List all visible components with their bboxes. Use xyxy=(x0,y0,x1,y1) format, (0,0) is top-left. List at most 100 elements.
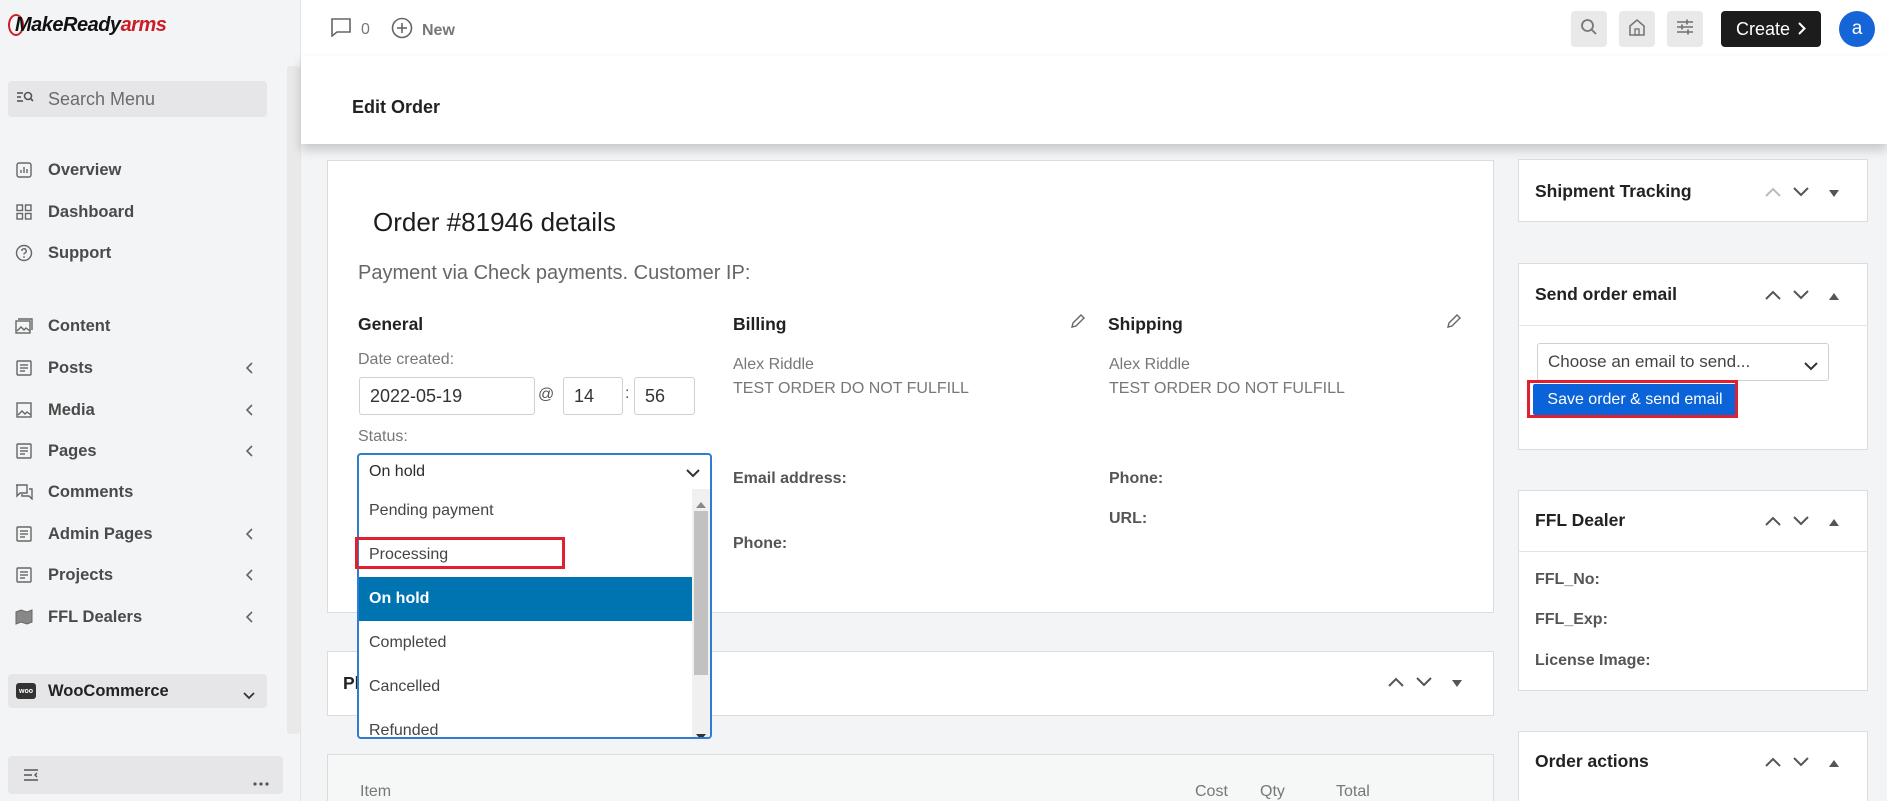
status-option-completed[interactable]: Completed xyxy=(359,621,692,665)
sidebar-item-ffl-dealers[interactable]: FFL Dealers xyxy=(0,597,267,637)
settings-sliders-button[interactable] xyxy=(1667,11,1703,47)
chevron-up-icon[interactable] xyxy=(1765,184,1781,202)
hour-input[interactable]: 14 xyxy=(563,377,623,415)
shipment-tracking-controls xyxy=(1765,184,1839,202)
document-icon xyxy=(14,565,34,585)
search-button[interactable] xyxy=(1571,11,1607,47)
caret-up-icon[interactable] xyxy=(1829,754,1839,772)
chevron-up-icon[interactable] xyxy=(1765,754,1781,772)
sidebar-footer xyxy=(8,756,283,794)
create-button[interactable]: Create xyxy=(1721,11,1821,47)
sidebar-item-label: Overview xyxy=(48,160,122,179)
column-header-item: Item xyxy=(360,783,392,800)
sidebar-item-dashboard[interactable]: Dashboard xyxy=(0,192,267,232)
at-separator: @ xyxy=(538,386,555,403)
map-icon xyxy=(14,607,34,627)
chevron-down-icon xyxy=(686,465,700,483)
status-option-pending-payment[interactable]: Pending payment xyxy=(359,489,692,533)
sidebar: MakeReadyarms Search Menu Overview Dashb… xyxy=(0,0,301,801)
ffl-exp-label: FFL_Exp: xyxy=(1535,611,1608,628)
billing-name: Alex Riddle xyxy=(733,356,814,373)
sidebar-item-posts[interactable]: Posts xyxy=(0,348,267,388)
collapse-menu-icon[interactable] xyxy=(23,768,39,787)
sidebar-item-label: Dashboard xyxy=(48,202,135,221)
sidebar-item-projects[interactable]: Projects xyxy=(0,555,267,595)
box-divider xyxy=(1518,551,1868,552)
shipping-url-label: URL: xyxy=(1109,510,1148,527)
chevron-down-icon xyxy=(243,686,255,705)
image-icon xyxy=(14,400,34,420)
status-option-cancelled[interactable]: Cancelled xyxy=(359,665,692,709)
chevron-left-icon xyxy=(245,526,253,545)
chevron-up-icon[interactable] xyxy=(1765,287,1781,305)
caret-down-icon[interactable] xyxy=(1829,184,1839,202)
column-header-cost: Cost xyxy=(1195,783,1228,800)
sidebar-item-woocommerce[interactable]: woo WooCommerce xyxy=(8,674,267,708)
caret-up-icon[interactable] xyxy=(1829,287,1839,305)
payment-info: Payment via Check payments. Customer IP: xyxy=(358,262,751,284)
new-label: New xyxy=(422,21,455,39)
chevron-left-icon xyxy=(245,443,253,462)
sidebar-item-label: Support xyxy=(48,243,112,262)
sidebar-item-label: Media xyxy=(48,400,95,419)
order-actions-title: Order actions xyxy=(1535,751,1649,771)
search-menu-placeholder: Search Menu xyxy=(48,88,156,109)
scrollbar-thumb[interactable] xyxy=(694,511,708,675)
plus-circle-icon xyxy=(391,17,413,44)
billing-email-label: Email address: xyxy=(733,470,847,487)
scroll-down-arrow-icon[interactable] xyxy=(696,727,706,737)
chevron-down-icon[interactable] xyxy=(1793,287,1809,305)
chevron-up-icon[interactable] xyxy=(1765,513,1781,531)
woocommerce-icon: woo xyxy=(16,683,36,699)
avatar[interactable]: a xyxy=(1839,11,1875,47)
sidebar-item-admin-pages[interactable]: Admin Pages xyxy=(0,514,267,554)
chevron-down-icon[interactable] xyxy=(1793,513,1809,531)
minute-input[interactable]: 56 xyxy=(634,377,695,415)
chevron-down-icon[interactable] xyxy=(1793,184,1809,202)
date-created-input[interactable]: 2022-05-19 xyxy=(359,377,535,415)
home-button[interactable] xyxy=(1619,11,1655,47)
general-heading: General xyxy=(358,314,424,334)
ffl-dealer-controls xyxy=(1765,513,1839,531)
more-options-icon[interactable] xyxy=(253,773,269,791)
ffl-dealer-title: FFL Dealer xyxy=(1535,510,1626,530)
makereadyarms-logo[interactable]: MakeReadyarms xyxy=(8,14,167,37)
chevron-down-icon[interactable] xyxy=(1793,754,1809,772)
sidebar-item-support[interactable]: Support xyxy=(0,233,267,273)
document-icon xyxy=(14,524,34,544)
new-content-link[interactable]: New xyxy=(391,17,455,44)
status-option-on-hold[interactable]: On hold xyxy=(359,577,692,621)
page-title: Edit Order xyxy=(352,97,441,117)
sidebar-scrollbar[interactable] xyxy=(287,66,300,734)
search-menu-input[interactable]: Search Menu xyxy=(8,81,267,117)
comments-link[interactable]: 0 xyxy=(330,17,370,42)
sidebar-item-media[interactable]: Media xyxy=(0,390,267,430)
status-option-refunded[interactable]: Refunded xyxy=(359,709,692,737)
box-divider xyxy=(1518,325,1868,326)
chevron-left-icon xyxy=(245,402,253,421)
sidebar-item-overview[interactable]: Overview xyxy=(0,150,267,190)
sidebar-item-comments[interactable]: Comments xyxy=(0,472,267,512)
order-title: Order #81946 details xyxy=(373,207,616,237)
status-select-current[interactable]: On hold xyxy=(359,455,710,489)
send-order-email-controls xyxy=(1765,287,1839,305)
shipping-name: Alex Riddle xyxy=(1109,356,1190,373)
sidebar-item-label: Comments xyxy=(48,482,134,501)
caret-up-icon[interactable] xyxy=(1829,513,1839,531)
status-select[interactable]: On hold Pending payment Processing On ho… xyxy=(357,453,712,739)
search-menu-icon xyxy=(16,89,34,110)
sidebar-item-content[interactable]: Content xyxy=(0,306,267,346)
chart-icon xyxy=(14,160,34,180)
email-template-select[interactable]: Choose an email to send... xyxy=(1537,343,1829,381)
edit-shipping-pencil-icon[interactable] xyxy=(1446,313,1462,334)
shipping-note: TEST ORDER DO NOT FULFILL xyxy=(1109,380,1345,397)
edit-billing-pencil-icon[interactable] xyxy=(1070,313,1086,334)
sidebar-item-pages[interactable]: Pages xyxy=(0,431,267,471)
chevron-up-icon[interactable] xyxy=(1388,674,1404,692)
caret-down-icon[interactable] xyxy=(1452,674,1462,692)
chevron-left-icon xyxy=(245,567,253,586)
shipping-phone-label: Phone: xyxy=(1109,470,1164,487)
status-options-scrollbar[interactable] xyxy=(692,489,710,737)
chevron-right-icon xyxy=(1798,19,1806,40)
chevron-down-icon[interactable] xyxy=(1416,674,1432,692)
